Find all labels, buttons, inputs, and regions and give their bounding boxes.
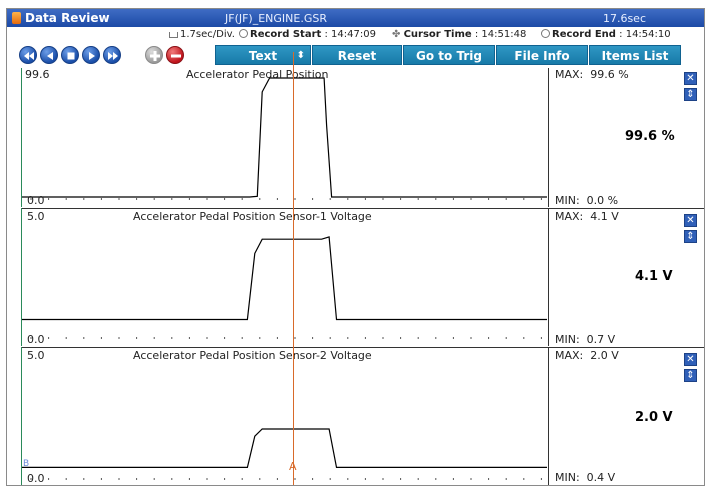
max-value: MAX: 99.6 %: [555, 68, 629, 81]
current-value: 2.0 V: [635, 410, 673, 425]
record-end: Record End : 14:54:10: [541, 29, 671, 40]
min-value: MIN: 0.4 V: [555, 471, 616, 484]
record-start: Record Start : 14:47:09: [239, 29, 376, 40]
fast-forward-button[interactable]: [103, 46, 121, 64]
max-value: MAX: 4.1 V: [555, 210, 619, 223]
time-cursor-line[interactable]: [293, 52, 294, 485]
file-info-button[interactable]: File Info: [496, 45, 588, 65]
time-per-division: 1.7sec/Div.: [169, 29, 235, 40]
trace-svg: [22, 428, 547, 480]
data-review-window: Data Review JF(JF)_ENGINE.GSR 17.6sec 1.…: [6, 8, 705, 486]
division-icon: [169, 32, 178, 38]
current-value: 4.1 V: [635, 269, 673, 284]
close-icon[interactable]: ✕: [684, 72, 697, 85]
updown-icon: ⬍: [296, 50, 305, 61]
pane-title: Accelerator Pedal Position Sensor-1 Volt…: [133, 210, 372, 223]
trace-svg: [22, 236, 547, 339]
plot-area[interactable]: [21, 68, 548, 207]
graph-pane-sensor-2-voltage[interactable]: 5.0 0.0 Accelerator Pedal Position Senso…: [21, 347, 704, 485]
clock-icon: [541, 29, 550, 38]
y-top-value: 5.0: [27, 349, 45, 362]
resize-icon[interactable]: ⇕: [684, 230, 697, 243]
text-mode-select[interactable]: Text ⬍: [215, 45, 311, 65]
max-value: MAX: 2.0 V: [555, 349, 619, 362]
next-button[interactable]: [82, 46, 100, 64]
signal-trace: [22, 236, 547, 321]
graph-pane-accelerator-pedal-position[interactable]: 99.6 0.0 Accelerator Pedal Position MAX:…: [21, 68, 704, 207]
title-bar: Data Review JF(JF)_ENGINE.GSR 17.6sec: [7, 9, 704, 27]
crosshair-icon: ✤: [392, 29, 401, 40]
file-name: JF(JF)_ENGINE.GSR: [225, 12, 327, 25]
pane-title: Accelerator Pedal Position: [186, 68, 329, 81]
go-to-trig-button[interactable]: Go to Trig: [403, 45, 495, 65]
rewind-button[interactable]: [19, 46, 37, 64]
signal-trace: [22, 77, 547, 198]
clock-icon: [239, 29, 248, 38]
reset-min-max-button[interactable]: Reset Min.Max: [312, 45, 402, 83]
min-value: MIN: 0.7 V: [555, 333, 616, 346]
toolbar: Text ⬍ Reset Min.Max Go to Trig File Inf…: [7, 44, 704, 83]
items-list-button[interactable]: Items List: [589, 45, 681, 65]
y-bottom-value: 0.0: [27, 472, 45, 485]
stop-button[interactable]: [61, 46, 79, 64]
app-icon: [12, 12, 21, 24]
plot-area[interactable]: [21, 347, 548, 485]
plot-area[interactable]: [21, 208, 548, 346]
record-duration: 17.6sec: [602, 12, 646, 25]
trace-svg: [22, 77, 547, 200]
y-top-value: 5.0: [27, 210, 45, 223]
signal-trace: [22, 428, 547, 469]
min-value: MIN: 0.0 %: [555, 194, 619, 207]
resize-icon[interactable]: ⇕: [684, 88, 697, 101]
y-bottom-value: 0.0: [27, 333, 45, 346]
close-icon[interactable]: ✕: [684, 353, 697, 366]
previous-button[interactable]: [40, 46, 58, 64]
y-bottom-value: 0.0: [27, 194, 45, 207]
resize-icon[interactable]: ⇕: [684, 369, 697, 382]
remove-item-button[interactable]: [166, 46, 184, 64]
graph-pane-sensor-1-voltage[interactable]: 5.0 0.0 Accelerator Pedal Position Senso…: [21, 208, 704, 346]
cursor-time: ✤ Cursor Time : 14:51:48: [392, 29, 527, 40]
current-value: 99.6 %: [625, 129, 675, 144]
record-info-bar: 1.7sec/Div. Record Start : 14:47:09 ✤ Cu…: [7, 28, 704, 42]
cursor-a-marker[interactable]: A: [289, 460, 297, 473]
pane-title: Accelerator Pedal Position Sensor-2 Volt…: [133, 349, 372, 362]
y-top-value: 99.6: [25, 68, 50, 81]
window-title: Data Review: [25, 11, 110, 25]
cursor-b-marker[interactable]: B: [23, 459, 29, 469]
add-item-button[interactable]: [145, 46, 163, 64]
close-icon[interactable]: ✕: [684, 214, 697, 227]
